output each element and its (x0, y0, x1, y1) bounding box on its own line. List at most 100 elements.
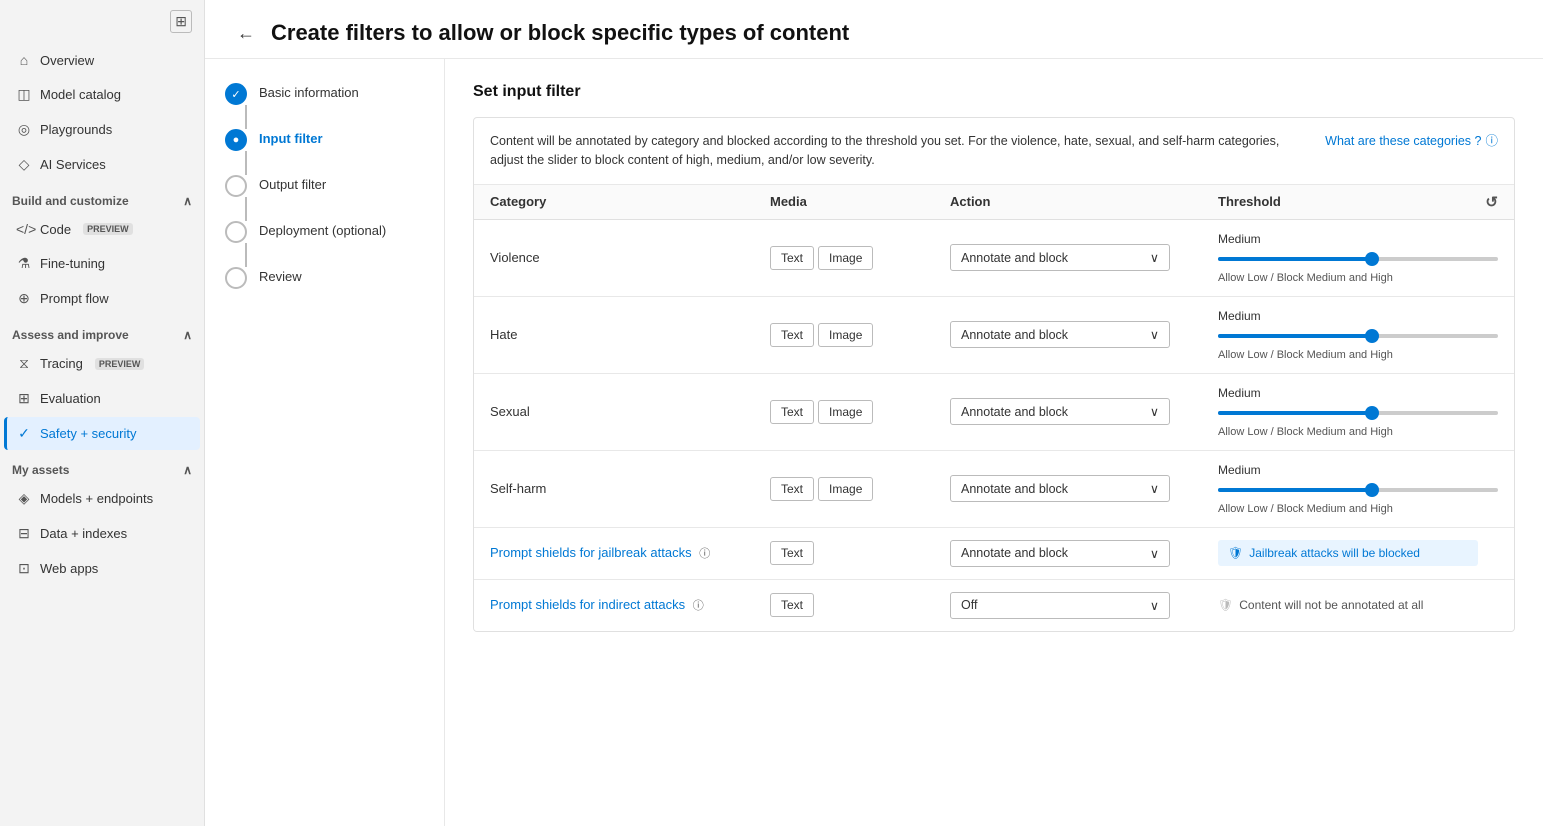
fine-tuning-icon: ⚗ (16, 255, 32, 272)
sidebar-item-label: Model catalog (40, 87, 121, 102)
sidebar-item-tracing[interactable]: ⧖ Tracing PREVIEW (4, 347, 200, 380)
table-row-self-harm: Self-harm Text Image Annotate and block … (474, 451, 1514, 528)
action-dropdown-jailbreak[interactable]: Annotate and block ∨ (950, 540, 1170, 567)
sidebar-item-playgrounds[interactable]: ◎ Playgrounds (4, 113, 200, 146)
dropdown-chevron-icon: ∨ (1150, 404, 1159, 419)
table-row-indirect: Prompt shields for indirect attacks ⓘ Te… (474, 580, 1514, 631)
action-dropdown-violence[interactable]: Annotate and block ∨ (950, 244, 1170, 271)
safety-icon: ✓ (16, 425, 32, 442)
sidebar-item-overview[interactable]: ⌂ Overview (4, 44, 200, 76)
media-indirect: Text (770, 593, 950, 617)
media-image-violence[interactable]: Image (818, 246, 873, 270)
sidebar-item-data-indexes[interactable]: ⊟ Data + indexes (4, 517, 200, 550)
col-category: Category (490, 194, 770, 209)
media-image-hate[interactable]: Image (818, 323, 873, 347)
build-section-header[interactable]: Build and customize ∧ (0, 186, 204, 212)
sidebar-item-label: Models + endpoints (40, 491, 153, 506)
media-text-sexual[interactable]: Text (770, 400, 814, 424)
media-jailbreak: Text (770, 541, 950, 565)
sidebar-item-evaluation[interactable]: ⊞ Evaluation (4, 382, 200, 415)
threshold-hint-sexual: Allow Low / Block Medium and High (1218, 426, 1498, 438)
dropdown-chevron-icon: ∨ (1150, 250, 1159, 265)
info-text-content: Content will be annotated by category an… (490, 132, 1309, 170)
info-circle-icon: ⓘ (1485, 132, 1498, 151)
step-input-filter[interactable]: ● Input filter (225, 129, 424, 175)
sidebar-item-safety-security[interactable]: ✓ Safety + security (4, 417, 200, 450)
threshold-sexual: Medium Allow Low / Block Medium and High (1218, 386, 1498, 438)
page-title: Create filters to allow or block specifi… (271, 20, 849, 46)
step-circle-input: ● (225, 129, 247, 151)
category-violence: Violence (490, 250, 770, 265)
code-icon: </> (16, 221, 32, 237)
info-icon-indirect: ⓘ (693, 600, 704, 612)
threshold-label-hate: Medium (1218, 309, 1498, 323)
sidebar-item-model-catalog[interactable]: ◫ Model catalog (4, 78, 200, 111)
step-review[interactable]: Review (225, 267, 424, 289)
sidebar-item-label: Tracing (40, 356, 83, 371)
threshold-hint-hate: Allow Low / Block Medium and High (1218, 349, 1498, 361)
step-label-review: Review (259, 267, 302, 284)
filter-content: Set input filter Content will be annotat… (445, 59, 1543, 826)
sidebar-item-label: Overview (40, 53, 94, 68)
sidebar-item-label: Code (40, 222, 71, 237)
media-image-self-harm[interactable]: Image (818, 477, 873, 501)
media-text-violence[interactable]: Text (770, 246, 814, 270)
action-dropdown-sexual[interactable]: Annotate and block ∨ (950, 398, 1170, 425)
reset-threshold-button[interactable]: ↺ (1485, 193, 1498, 211)
assess-section-header[interactable]: Assess and improve ∧ (0, 320, 204, 346)
step-circle-output (225, 175, 247, 197)
dropdown-chevron-icon: ∨ (1150, 327, 1159, 342)
step-output-filter[interactable]: Output filter (225, 175, 424, 221)
assets-section-header[interactable]: My assets ∧ (0, 455, 204, 481)
slider-violence[interactable] (1218, 250, 1498, 268)
threshold-label-violence: Medium (1218, 232, 1498, 246)
media-text-jailbreak[interactable]: Text (770, 541, 814, 565)
shield-icon-indirect: 🛡 (1218, 598, 1233, 612)
category-sexual: Sexual (490, 404, 770, 419)
category-hate: Hate (490, 327, 770, 342)
sidebar-item-code[interactable]: </> Code PREVIEW (4, 213, 200, 245)
threshold-label-sexual: Medium (1218, 386, 1498, 400)
media-self-harm: Text Image (770, 477, 950, 501)
table-row-sexual: Sexual Text Image Annotate and block ∨ M… (474, 374, 1514, 451)
step-basic-information[interactable]: ✓ Basic information (225, 83, 424, 129)
info-text-row: Content will be annotated by category an… (474, 118, 1514, 185)
step-circle-review (225, 267, 247, 289)
media-violence: Text Image (770, 246, 950, 270)
dropdown-chevron-icon: ∨ (1150, 546, 1159, 561)
sidebar-item-prompt-flow[interactable]: ⊕ Prompt flow (4, 282, 200, 315)
table-row-hate: Hate Text Image Annotate and block ∨ Med… (474, 297, 1514, 374)
dropdown-chevron-icon: ∨ (1150, 598, 1159, 613)
evaluation-icon: ⊞ (16, 390, 32, 407)
category-jailbreak[interactable]: Prompt shields for jailbreak attacks ⓘ (490, 545, 770, 561)
media-text-self-harm[interactable]: Text (770, 477, 814, 501)
action-dropdown-self-harm[interactable]: Annotate and block ∨ (950, 475, 1170, 502)
sidebar-item-models-endpoints[interactable]: ◈ Models + endpoints (4, 482, 200, 515)
media-text-hate[interactable]: Text (770, 323, 814, 347)
sidebar-toggle-button[interactable]: ⊞ (170, 10, 192, 33)
category-self-harm: Self-harm (490, 481, 770, 496)
slider-self-harm[interactable] (1218, 481, 1498, 499)
category-indirect[interactable]: Prompt shields for indirect attacks ⓘ (490, 597, 770, 613)
sidebar-item-web-apps[interactable]: ⊡ Web apps (4, 552, 200, 585)
back-button[interactable]: ← (233, 23, 259, 44)
dropdown-chevron-icon: ∨ (1150, 481, 1159, 496)
threshold-hint-self-harm: Allow Low / Block Medium and High (1218, 503, 1498, 515)
col-threshold: Threshold ↺ (1218, 193, 1498, 211)
sidebar: ⊞ ⌂ Overview ◫ Model catalog ◎ Playgroun… (0, 0, 205, 826)
what-link[interactable]: What are these categories ? ⓘ (1325, 132, 1498, 151)
media-image-sexual[interactable]: Image (818, 400, 873, 424)
shield-icon: 🛡 (1228, 546, 1243, 560)
sidebar-item-ai-services[interactable]: ◇ AI Services (4, 148, 200, 181)
media-text-indirect[interactable]: Text (770, 593, 814, 617)
step-deployment[interactable]: Deployment (optional) (225, 221, 424, 267)
slider-hate[interactable] (1218, 327, 1498, 345)
indirect-status: 🛡 Content will not be annotated at all (1218, 592, 1498, 618)
action-dropdown-hate[interactable]: Annotate and block ∨ (950, 321, 1170, 348)
slider-sexual[interactable] (1218, 404, 1498, 422)
table-row-jailbreak: Prompt shields for jailbreak attacks ⓘ T… (474, 528, 1514, 580)
models-icon: ◈ (16, 490, 32, 507)
sidebar-item-label: Data + indexes (40, 526, 127, 541)
sidebar-item-fine-tuning[interactable]: ⚗ Fine-tuning (4, 247, 200, 280)
action-dropdown-indirect[interactable]: Off ∨ (950, 592, 1170, 619)
